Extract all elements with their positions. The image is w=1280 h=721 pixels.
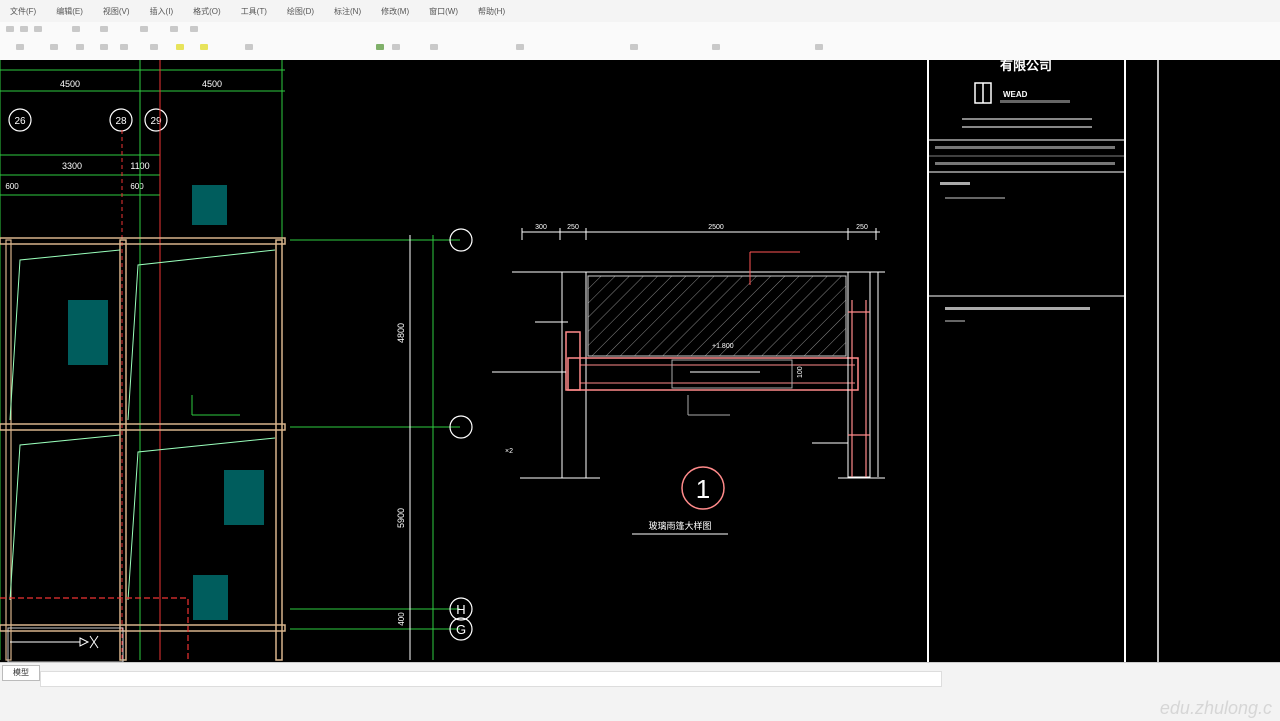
- detail-dim-300: 300: [535, 224, 547, 231]
- menu-tools[interactable]: 工具(T): [241, 6, 267, 17]
- detail-dim-250b: 250: [856, 224, 868, 231]
- new-icon[interactable]: [6, 26, 14, 32]
- cad-drawing: 4500 4500 3300 1100 600 600 26 28 29 480…: [0, 60, 1159, 662]
- redo-icon[interactable]: [140, 26, 148, 32]
- pan-icon[interactable]: [170, 26, 178, 32]
- lineweight-icon[interactable]: [200, 44, 208, 50]
- command-line-input[interactable]: [40, 671, 942, 687]
- menu-insert[interactable]: 插入(I): [150, 6, 174, 17]
- lock-icon[interactable]: [100, 44, 108, 50]
- layer-state-icon[interactable]: [50, 44, 58, 50]
- dim-right-400: 400: [397, 612, 406, 626]
- dim-right-5900: 5900: [396, 508, 406, 528]
- dim-small-2: 600: [130, 182, 144, 191]
- menu-format[interactable]: 格式(O): [193, 6, 221, 17]
- undo-icon[interactable]: [100, 26, 108, 32]
- menu-dimension[interactable]: 标注(N): [334, 6, 361, 17]
- dim-style-icon[interactable]: [516, 44, 524, 50]
- detail-dim-250a: 250: [567, 224, 579, 231]
- layer-icon[interactable]: [16, 44, 24, 50]
- dim-second-1: 3300: [62, 161, 82, 171]
- menu-bar: 文件(F) 编辑(E) 视图(V) 插入(I) 格式(O) 工具(T) 绘图(D…: [0, 0, 1280, 22]
- properties-icon[interactable]: [376, 44, 384, 50]
- dim-small-1: 600: [5, 182, 19, 191]
- menu-view[interactable]: 视图(V): [103, 6, 130, 17]
- dim-right-4800: 4800: [396, 323, 406, 343]
- drawing-canvas[interactable]: 4500 4500 3300 1100 600 600 26 28 29 480…: [0, 60, 1280, 662]
- detail-caption: 玻璃雨篷大样图: [648, 520, 711, 531]
- save-icon[interactable]: [34, 26, 42, 32]
- company-name: 有限公司: [1000, 60, 1052, 73]
- multileader-icon[interactable]: [712, 44, 720, 50]
- open-icon[interactable]: [20, 26, 28, 32]
- status-bar: 模型 edu.zhulong.c: [0, 662, 1280, 721]
- axis-H: H: [456, 602, 465, 617]
- dim-top-1: 4500: [60, 79, 80, 89]
- watermark: edu.zhulong.c: [1159, 698, 1272, 718]
- match-icon[interactable]: [392, 44, 400, 50]
- detail-elevation: +1.800: [712, 343, 734, 350]
- table-style-icon[interactable]: [630, 44, 638, 50]
- workspace-icon[interactable]: [815, 44, 823, 50]
- print-icon[interactable]: [72, 26, 80, 32]
- detail-x2: ×2: [505, 448, 513, 455]
- toolbar: [0, 22, 1280, 61]
- menu-modify[interactable]: 修改(M): [381, 6, 409, 17]
- detail-slab: 100: [797, 366, 804, 378]
- logo-text: WEAD: [1003, 90, 1028, 99]
- axis-28: 28: [115, 116, 127, 127]
- detail-number: 1: [696, 474, 710, 504]
- freeze-icon[interactable]: [76, 44, 84, 50]
- plot-style-icon[interactable]: [245, 44, 253, 50]
- zoom-icon[interactable]: [190, 26, 198, 32]
- tab-model[interactable]: 模型: [2, 665, 40, 681]
- menu-edit[interactable]: 编辑(E): [56, 6, 83, 17]
- axis-G: G: [456, 622, 466, 637]
- color-swatch-icon[interactable]: [176, 44, 184, 50]
- menu-file[interactable]: 文件(F): [10, 6, 36, 17]
- menu-draw[interactable]: 绘图(D): [287, 6, 314, 17]
- detail-dim-2500: 2500: [708, 224, 724, 231]
- color-icon[interactable]: [120, 44, 128, 50]
- dim-top-2: 4500: [202, 79, 222, 89]
- axis-26: 26: [14, 116, 26, 127]
- linetype-icon[interactable]: [150, 44, 158, 50]
- menu-help[interactable]: 帮助(H): [478, 6, 505, 17]
- menu-window[interactable]: 窗口(W): [429, 6, 458, 17]
- text-style-icon[interactable]: [430, 44, 438, 50]
